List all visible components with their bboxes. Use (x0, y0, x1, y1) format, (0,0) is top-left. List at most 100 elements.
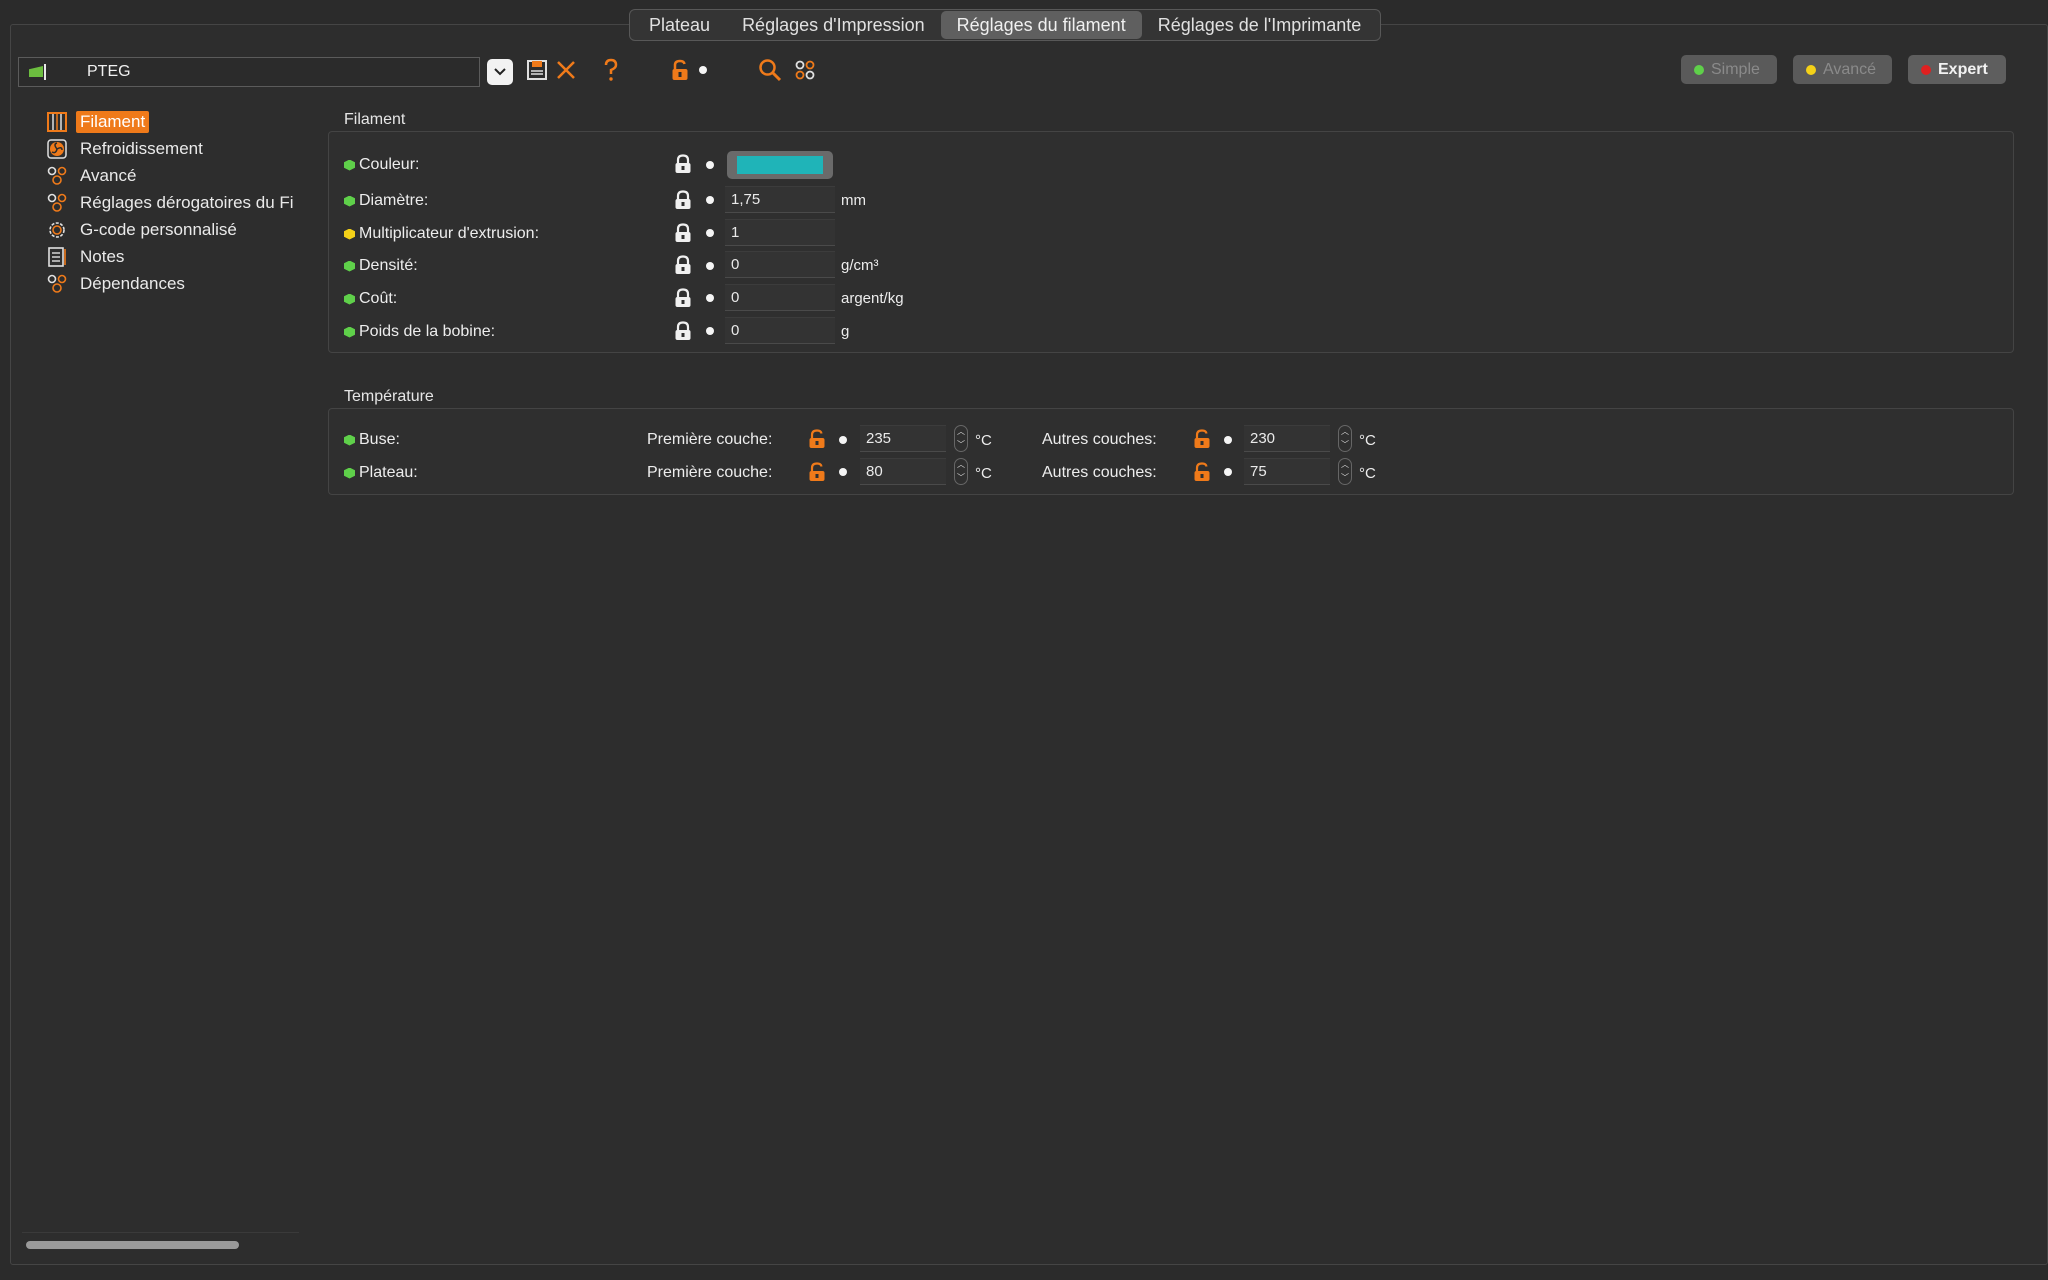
filament-group-title: Filament (344, 111, 406, 128)
mode-expert-button[interactable]: Expert (1908, 55, 2006, 84)
settings-sidebar: Filament Refroidissement Avancé Réglages… (46, 108, 296, 297)
bed-first-layer-label: Première couche: (647, 464, 773, 481)
preset-selector[interactable]: PTEG (18, 57, 480, 87)
nozzle-row: Buse: (344, 428, 400, 452)
lock-icon[interactable] (674, 154, 692, 174)
mode-advanced-label: Avancé (1823, 60, 1877, 78)
cost-row: Coût: (344, 287, 397, 311)
temperature-unit: °C (1359, 432, 1376, 449)
sidebar-item-dependencies[interactable]: Dépendances (46, 270, 296, 297)
unlock-icon[interactable] (808, 462, 826, 482)
density-field[interactable] (725, 251, 835, 278)
search-button[interactable] (756, 56, 784, 84)
scrollbar-thumb[interactable] (26, 1241, 239, 1249)
cogs-icon (46, 273, 68, 295)
status-green-icon (344, 260, 355, 272)
unlock-icon[interactable] (1193, 429, 1211, 449)
color-picker-button[interactable] (727, 151, 833, 179)
nozzle-other-layers-stepper[interactable]: ︿ ﹀ (1338, 425, 1352, 452)
mode-simple-button[interactable]: Simple (1681, 55, 1777, 84)
diameter-field[interactable] (725, 186, 835, 213)
sidebar-item-notes[interactable]: Notes (46, 243, 296, 270)
spool-weight-unit: g (841, 323, 850, 340)
chevron-down-icon (494, 68, 506, 76)
save-icon (527, 60, 547, 80)
lock-icon[interactable] (674, 288, 692, 308)
delete-button[interactable] (552, 56, 580, 84)
system-value-dot (699, 66, 707, 74)
sidebar-scrollbar[interactable] (22, 1232, 299, 1254)
expert-dot-icon (1921, 64, 1931, 75)
spool-weight-field[interactable] (725, 317, 835, 344)
cogs-icon (46, 165, 68, 187)
sidebar-item-cooling[interactable]: Refroidissement (46, 135, 296, 162)
compare-button[interactable] (791, 56, 819, 84)
unlock-icon[interactable] (1193, 462, 1211, 482)
cost-field[interactable] (725, 284, 835, 311)
save-button[interactable] (523, 56, 551, 84)
color-label: Couleur: (359, 156, 420, 173)
nozzle-first-layer-field[interactable] (860, 425, 946, 452)
temperature-unit: °C (975, 465, 992, 482)
lock-icon[interactable] (674, 255, 692, 275)
unlock-icon[interactable] (808, 429, 826, 449)
cost-label: Coût: (359, 290, 398, 307)
bed-other-layers-field[interactable] (1244, 458, 1330, 485)
sidebar-item-overrides[interactable]: Réglages dérogatoires du Fi (46, 189, 296, 216)
bed-other-layers-label: Autres couches: (1042, 464, 1157, 481)
color-row: Couleur: (344, 153, 419, 177)
system-value-dot (1224, 468, 1232, 476)
sidebar-item-advanced[interactable]: Avancé (46, 162, 296, 189)
extrusion-row: Multiplicateur d'extrusion: (344, 222, 539, 246)
system-value-dot (706, 161, 714, 169)
mode-expert-label: Expert (1938, 60, 1988, 78)
sidebar-item-label: Notes (80, 246, 125, 266)
color-swatch (737, 156, 823, 174)
extrusion-multiplier-field[interactable] (725, 219, 835, 246)
sidebar-item-label: Refroidissement (80, 138, 203, 158)
bed-other-layers-stepper[interactable]: ︿ ﹀ (1338, 458, 1352, 485)
dropdown-button[interactable] (487, 59, 513, 85)
advanced-dot-icon (1806, 64, 1816, 75)
sidebar-item-label: Réglages dérogatoires du Fi (80, 192, 294, 212)
search-icon (759, 59, 782, 82)
system-value-dot (706, 294, 714, 302)
system-value-dot (839, 436, 847, 444)
lock-icon[interactable] (674, 223, 692, 243)
nozzle-first-layer-stepper[interactable]: ︿ ﹀ (954, 425, 968, 452)
diameter-label: Diamètre: (359, 192, 429, 209)
status-green-icon (344, 195, 355, 207)
lock-icon[interactable] (674, 321, 692, 341)
nozzle-other-layers-label: Autres couches: (1042, 431, 1157, 448)
nozzle-other-layers-field[interactable] (1244, 425, 1330, 452)
unlock-icon (672, 59, 688, 80)
sidebar-item-label: Filament (76, 110, 150, 133)
bed-first-layer-stepper[interactable]: ︿ ﹀ (954, 458, 968, 485)
unlock-button[interactable] (666, 56, 694, 84)
tab-printer-settings[interactable]: Réglages de l'Imprimante (1142, 11, 1378, 39)
compare-icon (795, 60, 815, 80)
mode-simple-label: Simple (1711, 60, 1760, 78)
filament-group (328, 131, 2014, 353)
sidebar-item-label: G-code personnalisé (80, 219, 237, 239)
main-tabbar: Plateau Réglages d'Impression Réglages d… (629, 9, 1382, 41)
preset-flag-icon (29, 64, 47, 80)
nozzle-first-layer-label: Première couche: (647, 431, 773, 448)
status-green-icon (344, 159, 355, 171)
tab-plateau[interactable]: Plateau (633, 11, 726, 39)
sidebar-item-custom-gcode[interactable]: G-code personnalisé (46, 216, 296, 243)
status-yellow-icon (344, 228, 355, 240)
system-value-dot (706, 262, 714, 270)
lock-icon[interactable] (674, 190, 692, 210)
tab-filament-settings[interactable]: Réglages du filament (940, 11, 1142, 39)
sidebar-item-label: Avancé (80, 165, 137, 185)
system-value-dot (706, 196, 714, 204)
tab-print-settings[interactable]: Réglages d'Impression (726, 11, 941, 39)
system-value-dot (706, 327, 714, 335)
extrusion-label: Multiplicateur d'extrusion: (359, 225, 540, 242)
bed-first-layer-field[interactable] (860, 458, 946, 485)
sidebar-item-filament[interactable]: Filament (46, 108, 296, 135)
help-button[interactable] (597, 56, 625, 84)
mode-advanced-button[interactable]: Avancé (1793, 55, 1892, 84)
temperature-group (328, 408, 2014, 495)
